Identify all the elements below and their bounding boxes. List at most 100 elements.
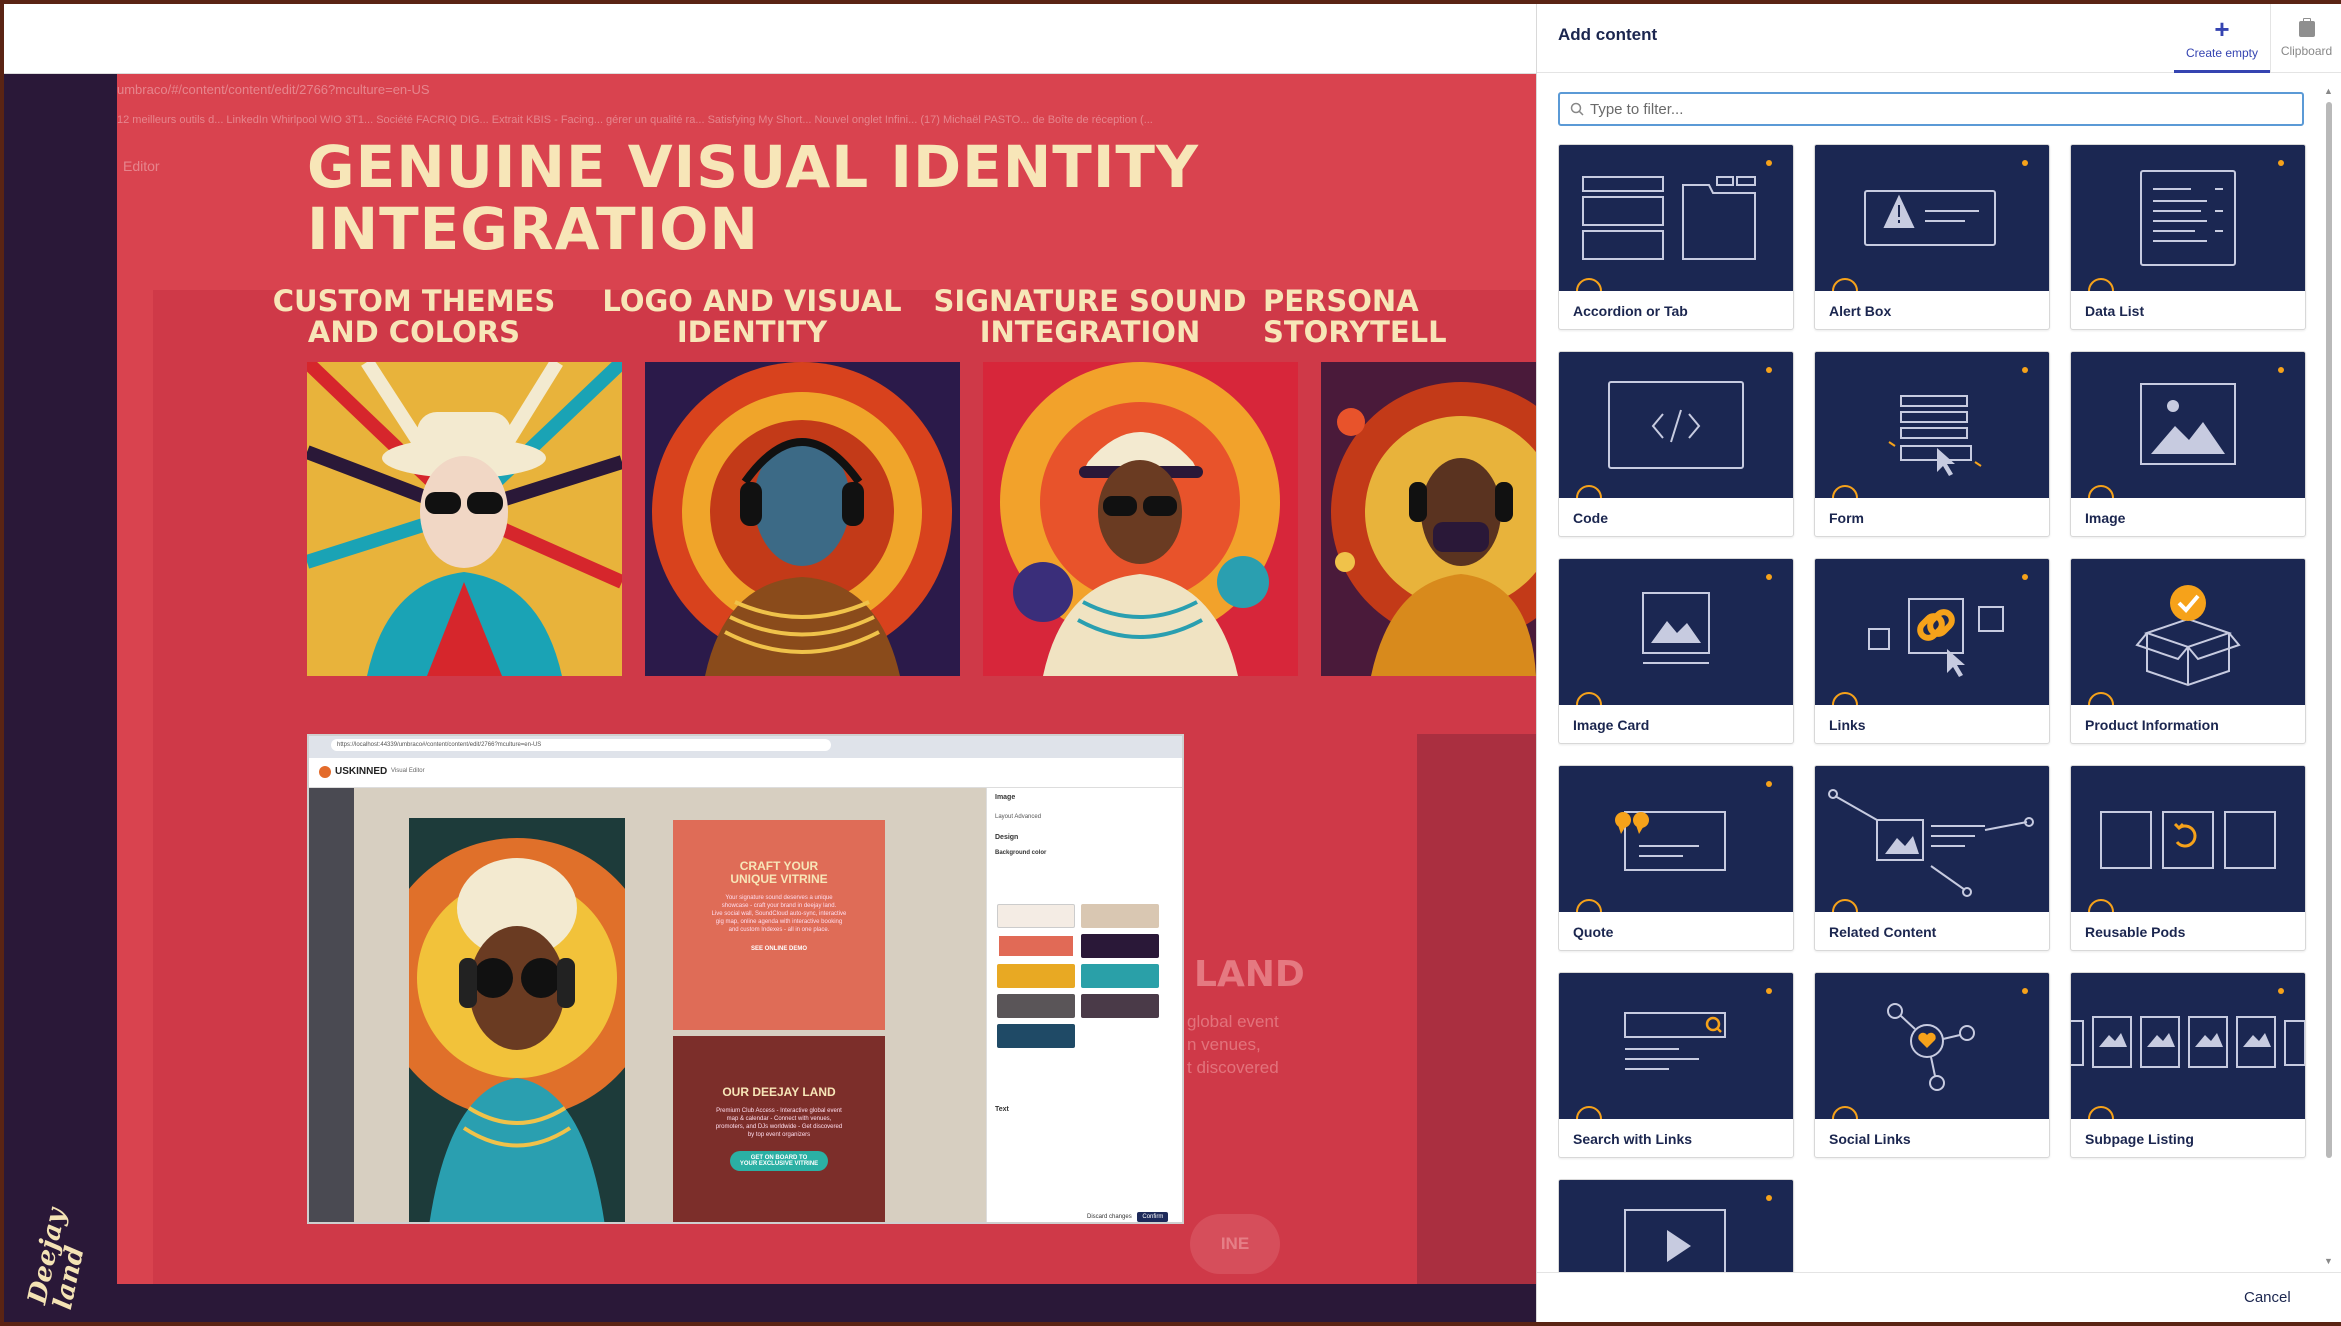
inner-rail: [309, 788, 354, 1222]
content-card-data-list[interactable]: Data List: [2070, 144, 2306, 330]
inner-panel-text-label: Text: [995, 1106, 1009, 1113]
card-label: Form: [1829, 510, 1864, 526]
color-swatch: [997, 934, 1075, 958]
content-card-video[interactable]: [1558, 1179, 1794, 1272]
inner-panel-actions: Discard changes Confirm: [1087, 1212, 1169, 1222]
code-icon: [1559, 352, 1793, 498]
scroll-down-arrow-icon[interactable]: ▼: [2324, 1256, 2333, 1266]
feature-title: SIGNATURE SOUND INTEGRATION: [933, 284, 1247, 349]
ghost-bookmarks: 12 meilleurs outils d... LinkedIn Whirlp…: [117, 114, 1153, 126]
scroll-up-arrow-icon[interactable]: ▲: [2324, 86, 2333, 96]
social-links-icon: [1815, 973, 2049, 1119]
feature-artwork: [983, 362, 1298, 676]
inner-browser-chrome: https://localhost:44339/umbraco#/content…: [309, 736, 1182, 758]
content-card-quote[interactable]: Quote: [1558, 765, 1794, 951]
quote-icon: [1559, 766, 1793, 912]
feature-artwork: [1321, 362, 1536, 676]
ghost-url: umbraco/#/content/content/edit/2766?mcul…: [117, 82, 430, 97]
content-card-search-with-links[interactable]: Search with Links: [1558, 972, 1794, 1158]
inner-portrait-artwork: [409, 818, 625, 1222]
embedded-screenshot: https://localhost:44339/umbraco#/content…: [307, 734, 1184, 1224]
ghost-text: global event n venues, t discovered: [1187, 1012, 1279, 1077]
card-label: Alert Box: [1829, 303, 1892, 319]
inner-panel-title: Image: [995, 794, 1016, 801]
card-label: Product Information: [2085, 717, 2219, 733]
card-label: Links: [1829, 717, 1866, 733]
cancel-button[interactable]: Cancel: [2244, 1289, 2291, 1306]
links-icon: [1815, 559, 2049, 705]
feature-title: CUSTOM THEMES AND COLORS: [272, 284, 556, 349]
inner-card-vitrine: CRAFT YOUR UNIQUE VITRINE Your signature…: [673, 820, 885, 1030]
product-icon: [2071, 559, 2305, 705]
inner-panel-bg-label: Background color: [995, 850, 1047, 856]
filter-input[interactable]: [1590, 94, 2290, 124]
content-card-code[interactable]: Code: [1558, 351, 1794, 537]
card-label: Social Links: [1829, 1131, 1911, 1147]
card-label: Image: [2085, 510, 2126, 526]
editor-topbar: [0, 4, 1536, 74]
content-card-product-information[interactable]: Product Information: [2070, 558, 2306, 744]
inner-card-deejay-land: OUR DEEJAY LAND Premium Club Access - In…: [673, 1036, 885, 1222]
card-label: Image Card: [1573, 717, 1650, 733]
card-label: Search with Links: [1573, 1131, 1693, 1147]
panel-title: Add content: [1558, 25, 1658, 44]
feature-artwork: [645, 362, 960, 676]
image-icon: [2071, 352, 2305, 498]
panel-header: Add content + Create empty Clipboard: [1537, 0, 2341, 73]
content-card-alert-box[interactable]: Alert Box: [1814, 144, 2050, 330]
left-rail: Deejay land: [0, 74, 117, 1322]
subpage-listing-icon: [2071, 973, 2305, 1119]
feature-artwork: [307, 362, 622, 676]
alert-icon: [1815, 145, 2049, 291]
content-card-form[interactable]: Form: [1814, 351, 2050, 537]
color-swatch: [1081, 904, 1159, 928]
search-icon: [1570, 102, 1584, 121]
video-icon: [1559, 1180, 1793, 1272]
create-empty-button[interactable]: + Create empty: [2174, 0, 2270, 73]
content-card-image-card[interactable]: Image Card: [1558, 558, 1794, 744]
content-card-related-content[interactable]: Related Content: [1814, 765, 2050, 951]
ghost-editor-label: Editor: [123, 158, 160, 174]
inner-brand-icon: [319, 766, 331, 778]
plus-icon: +: [2214, 14, 2230, 44]
inner-confirm: Confirm: [1137, 1212, 1169, 1222]
content-type-grid: Accordion or Tab Alert Box Data List Cod…: [1558, 144, 2310, 1272]
card-label: Reusable Pods: [2085, 924, 2186, 940]
card-label: Quote: [1573, 924, 1614, 940]
inner-card-text: Your signature sound deserves a unique s…: [711, 895, 847, 933]
inner-card-button: GET ON BOARD TO YOUR EXCLUSIVE VITRINE: [729, 1151, 829, 1171]
content-card-social-links[interactable]: Social Links: [1814, 972, 2050, 1158]
hero-title: GENUINE VISUAL IDENTITY INTEGRATION: [307, 133, 1199, 263]
inner-panel-design: Design: [995, 834, 1019, 841]
content-card-image[interactable]: Image: [2070, 351, 2306, 537]
ghost-heading: LAND: [1194, 954, 1305, 995]
side-strip: [1417, 734, 1536, 1314]
related-content-icon: [1815, 766, 2049, 912]
preview-bottom-bar: [117, 1284, 1536, 1322]
preview-canvas: umbraco/#/content/content/edit/2766?mcul…: [117, 74, 1536, 1322]
color-swatch: [997, 994, 1075, 1018]
inner-card-title: OUR DEEJAY LAND: [722, 1085, 836, 1099]
image-card-icon: [1559, 559, 1793, 705]
panel-scrollbar[interactable]: ▲ ▼: [2324, 86, 2334, 1270]
feature-title: LOGO AND VISUAL IDENTITY: [602, 284, 902, 349]
scroll-thumb[interactable]: [2326, 102, 2332, 1158]
color-swatch: [1081, 994, 1159, 1018]
add-content-panel: Add content + Create empty Clipboard Acc…: [1536, 0, 2341, 1326]
content-card-accordion[interactable]: Accordion or Tab: [1558, 144, 1794, 330]
deejay-land-logo: Deejay land: [22, 1205, 91, 1313]
form-icon: [1815, 352, 2049, 498]
reusable-pods-icon: [2071, 766, 2305, 912]
inner-panel-tabs: Layout Advanced: [995, 814, 1042, 820]
content-card-subpage-listing[interactable]: Subpage Listing: [2070, 972, 2306, 1158]
accordion-icon: [1559, 145, 1793, 291]
panel-footer: Cancel: [1537, 1272, 2341, 1326]
content-card-reusable-pods[interactable]: Reusable Pods: [2070, 765, 2306, 951]
feature-title: PERSONA STORYTELL: [1263, 284, 1447, 349]
inner-brand-sub: Visual Editor: [391, 768, 425, 774]
color-swatch: [997, 1024, 1075, 1048]
clipboard-label: Clipboard: [2280, 44, 2333, 58]
clipboard-button[interactable]: Clipboard: [2270, 0, 2341, 73]
content-card-links[interactable]: Links: [1814, 558, 2050, 744]
search-links-icon: [1559, 973, 1793, 1119]
